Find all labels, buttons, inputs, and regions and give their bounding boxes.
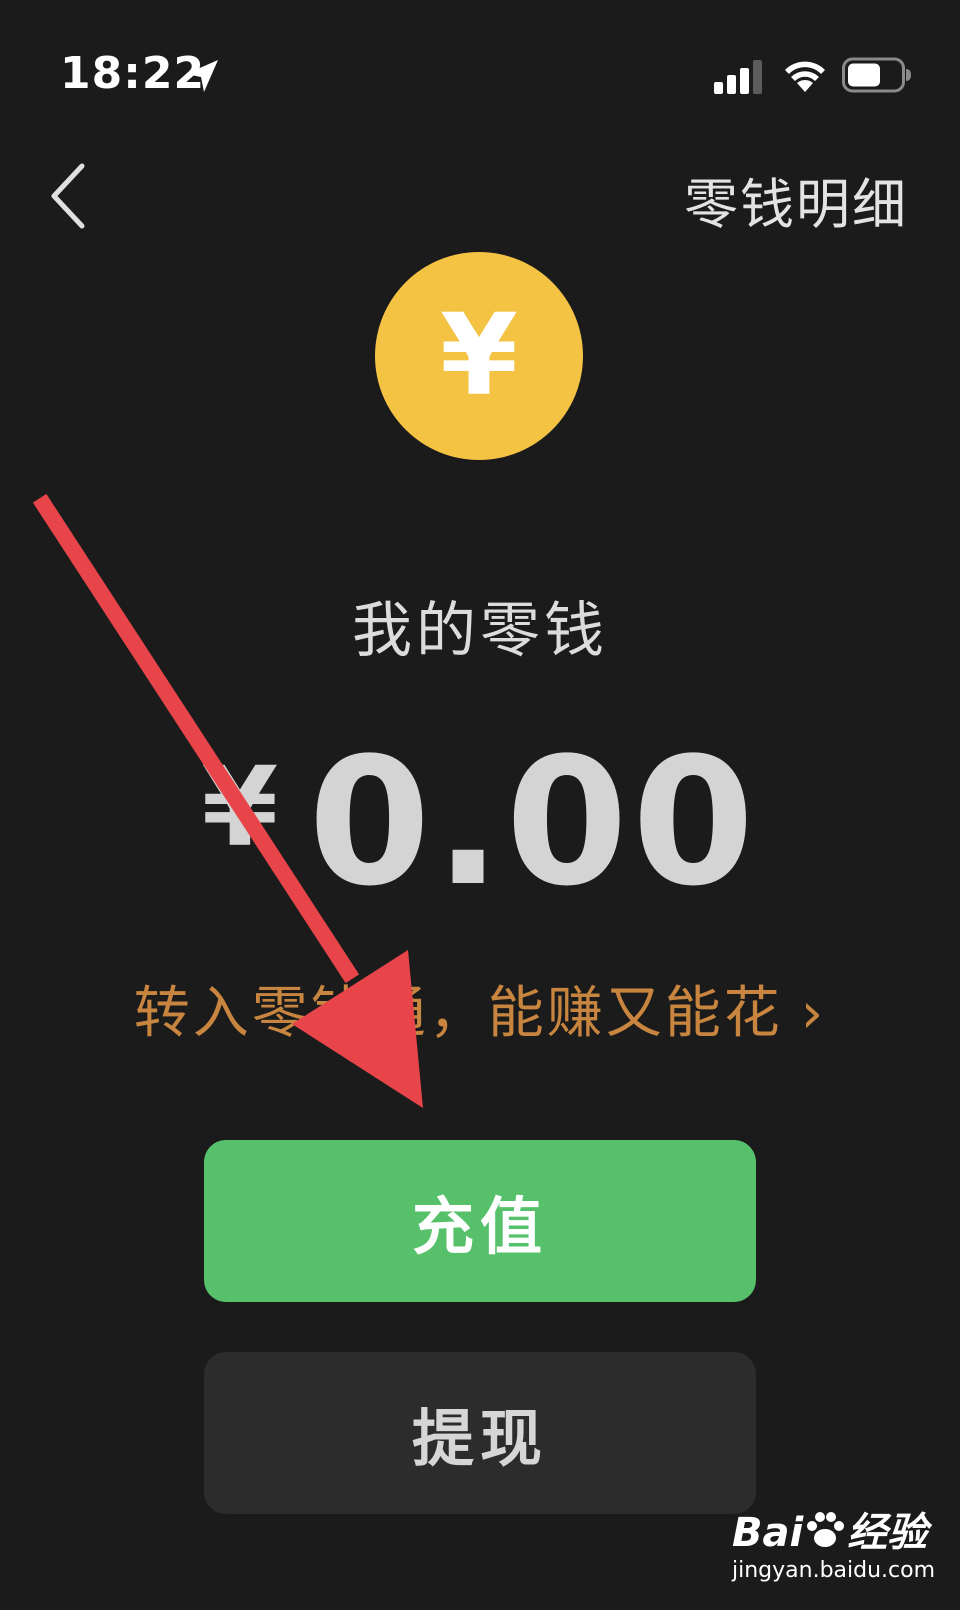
page-title: 我的零钱 xyxy=(352,596,608,666)
yuan-coin-icon: ¥ xyxy=(375,252,583,460)
change-details-link[interactable]: 零钱明细 xyxy=(684,160,908,239)
location-arrow-icon xyxy=(186,60,218,92)
balance-display: ¥0.00 xyxy=(0,720,960,925)
baidu-paw-icon xyxy=(807,1512,845,1547)
watermark-brand: Bai 经验 xyxy=(732,1500,927,1558)
recharge-button[interactable]: 充值 xyxy=(204,1140,756,1302)
watermark-url: jingyan.baidu.com xyxy=(732,1558,936,1583)
back-button[interactable] xyxy=(40,158,100,234)
chevron-right-icon: › xyxy=(800,981,827,1046)
balance-amount: 0.00 xyxy=(308,720,759,925)
chevron-left-icon xyxy=(51,163,85,229)
baidu-jingyan-watermark: Bai 经验 jingyan.baidu.com xyxy=(732,1500,936,1600)
cellular-signal-icon xyxy=(714,60,762,94)
wifi-icon xyxy=(785,61,825,92)
battery-icon xyxy=(842,57,911,93)
promo-text: 转入零钱通，能赚又能花 xyxy=(133,981,783,1046)
coin-yuan-symbol: ¥ xyxy=(440,291,518,421)
watermark-brand-suffix: 经验 xyxy=(847,1510,928,1556)
withdraw-button[interactable]: 提现 xyxy=(204,1352,756,1514)
promo-link[interactable]: 转入零钱通，能赚又能花 › xyxy=(0,968,960,1049)
watermark-brand-text: Bai xyxy=(732,1510,804,1556)
currency-symbol: ¥ xyxy=(201,743,279,871)
status-bar: 18:22 xyxy=(0,0,960,150)
